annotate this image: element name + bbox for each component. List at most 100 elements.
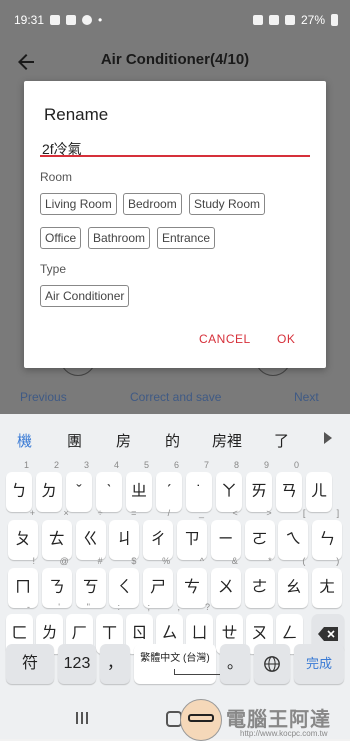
key-label: ㄊ	[48, 531, 65, 548]
bopomofo-key[interactable]: ㄜ *	[244, 556, 275, 608]
bopomofo-key[interactable]: ㄑ $	[109, 556, 140, 608]
key-hint: -	[27, 602, 30, 612]
key-label: ㄐ	[116, 531, 133, 548]
bopomofo-key[interactable]: ㄋ @	[41, 556, 72, 608]
type-label: Type	[40, 262, 67, 276]
key-label: ㄌ	[41, 625, 58, 642]
input-underline	[40, 155, 310, 157]
room-label: Room	[40, 170, 73, 184]
key-label: ㄛ	[251, 531, 268, 548]
comma-key[interactable]: ，	[100, 644, 130, 684]
bopomofo-key[interactable]: ˙ 7	[186, 460, 212, 512]
key-hint: =	[131, 508, 137, 518]
bopomofo-key[interactable]: ㄔ /	[143, 508, 174, 560]
key-label: ㄡ	[251, 625, 268, 642]
bopomofo-key[interactable]: ㄠ(	[278, 556, 309, 608]
key-label: ㄇ	[14, 579, 31, 596]
type-chip-air-conditioner[interactable]: Air Conditioner	[40, 285, 130, 307]
bopomofo-key[interactable]: ˋ4	[96, 460, 122, 512]
key-label: ˙	[196, 483, 202, 500]
key-hint: #	[97, 556, 103, 566]
bopomofo-key[interactable]: ㄣ]	[312, 508, 343, 560]
candidate-word[interactable]: 房裡	[212, 430, 242, 451]
key-label: ㄣ	[319, 531, 336, 548]
watermark-text: 電腦王阿達	[226, 709, 331, 731]
bopomofo-key[interactable]: ㄦ	[306, 472, 332, 512]
facebook-icon	[82, 15, 93, 25]
key-hint: _	[198, 508, 204, 518]
recent-apps-icon[interactable]	[76, 712, 90, 724]
globe-icon	[264, 656, 280, 672]
room-chip-study-room[interactable]: Study Room	[189, 193, 266, 215]
wifi-icon	[268, 15, 279, 25]
key-label: ㄢ	[280, 483, 297, 500]
bopomofo-key[interactable]: ㄗ _	[177, 508, 207, 560]
room-chip-entrance[interactable]: Entrance	[157, 227, 216, 249]
key-label: ˋ	[106, 483, 112, 500]
symbol-key[interactable]: 符	[6, 644, 54, 684]
bopomofo-key[interactable]: ˊ6	[156, 460, 182, 512]
key-hint: ×	[63, 508, 69, 518]
key-hint: 7	[203, 460, 209, 470]
bopomofo-key[interactable]: ㄓ5	[126, 460, 152, 512]
candidate-word[interactable]: 的	[165, 430, 180, 451]
key-hint: (	[302, 556, 306, 566]
previous-link[interactable]: Previous	[20, 390, 67, 404]
key-hint: *	[268, 556, 272, 566]
ok-button[interactable]: OK	[277, 332, 295, 346]
bopomofo-key[interactable]: ˇ3	[66, 460, 92, 512]
next-link[interactable]: Next	[294, 390, 319, 404]
room-chip-living-room[interactable]: Living Room	[40, 193, 117, 215]
candidate-word[interactable]: 了	[274, 430, 289, 451]
candidate-bar: 機 團 房 的 房裡 了	[0, 414, 350, 458]
candidate-word[interactable]: 團	[67, 430, 82, 451]
bopomofo-key[interactable]: ㄉ2	[36, 460, 62, 512]
period-key[interactable]: 。	[220, 644, 250, 684]
key-label: ㄚ	[220, 483, 237, 500]
bopomofo-key[interactable]: ㄚ8	[216, 460, 242, 512]
key-label: ㄕ	[150, 579, 167, 596]
bopomofo-key[interactable]: ㄤ)	[312, 556, 343, 608]
number-key[interactable]: 123	[58, 644, 96, 684]
bopomofo-key[interactable]: ㄛ >	[244, 508, 275, 560]
candidate-word[interactable]: 機	[17, 430, 32, 451]
bopomofo-key[interactable]: ㄅ1	[6, 460, 32, 512]
key-hint: [	[302, 508, 306, 518]
room-chip-bathroom[interactable]: Bathroom	[88, 227, 151, 249]
key-label: ㄆ	[14, 531, 31, 548]
mute-icon	[252, 15, 263, 25]
bopomofo-key[interactable]: ㄧ <	[210, 508, 241, 560]
key-label: ㄦ	[310, 483, 327, 500]
key-hint: 6	[173, 460, 179, 470]
battery-icon	[331, 14, 338, 26]
expand-candidates-icon[interactable]	[324, 432, 332, 444]
key-label: ㄓ	[130, 483, 147, 500]
key-label: ㄑ	[116, 579, 133, 596]
bopomofo-key[interactable]: ㄐ =	[109, 508, 140, 560]
bopomofo-key[interactable]: ㄍ ÷	[75, 508, 106, 560]
language-key[interactable]	[254, 644, 290, 684]
cancel-button[interactable]: CANCEL	[199, 332, 251, 346]
page-title: Air Conditioner(4/10)	[100, 51, 250, 68]
correct-and-save-link[interactable]: Correct and save	[130, 390, 221, 404]
room-chip-office[interactable]: Office	[40, 227, 82, 249]
bopomofo-key[interactable]: ㄘ ^	[177, 556, 207, 608]
space-key[interactable]: 繁體中文 (台灣)	[134, 644, 246, 684]
watermark-logo	[180, 699, 222, 741]
key-label: ㄨ	[217, 579, 234, 596]
done-key[interactable]: 完成	[294, 644, 344, 684]
bopomofo-key[interactable]: ㄨ &	[210, 556, 241, 608]
bopomofo-key[interactable]: ㄞ9	[246, 460, 272, 512]
bopomofo-key[interactable]: ㄟ[	[278, 508, 309, 560]
room-chip-bedroom[interactable]: Bedroom	[123, 193, 182, 215]
key-label: ㄏ	[71, 625, 88, 642]
bopomofo-key[interactable]: ㄎ #	[75, 556, 106, 608]
bopomofo-key[interactable]: ㄢ0	[276, 460, 302, 512]
bopomofo-key[interactable]: ㄊ ×	[41, 508, 72, 560]
candidate-word[interactable]: 房	[116, 430, 131, 451]
key-hint: 3	[83, 460, 89, 470]
key-hint: "	[86, 602, 90, 612]
key-label: ㄔ	[150, 531, 167, 548]
bopomofo-key[interactable]: ㄇ!	[8, 556, 38, 608]
bopomofo-key[interactable]: ㄆ +	[8, 508, 38, 560]
